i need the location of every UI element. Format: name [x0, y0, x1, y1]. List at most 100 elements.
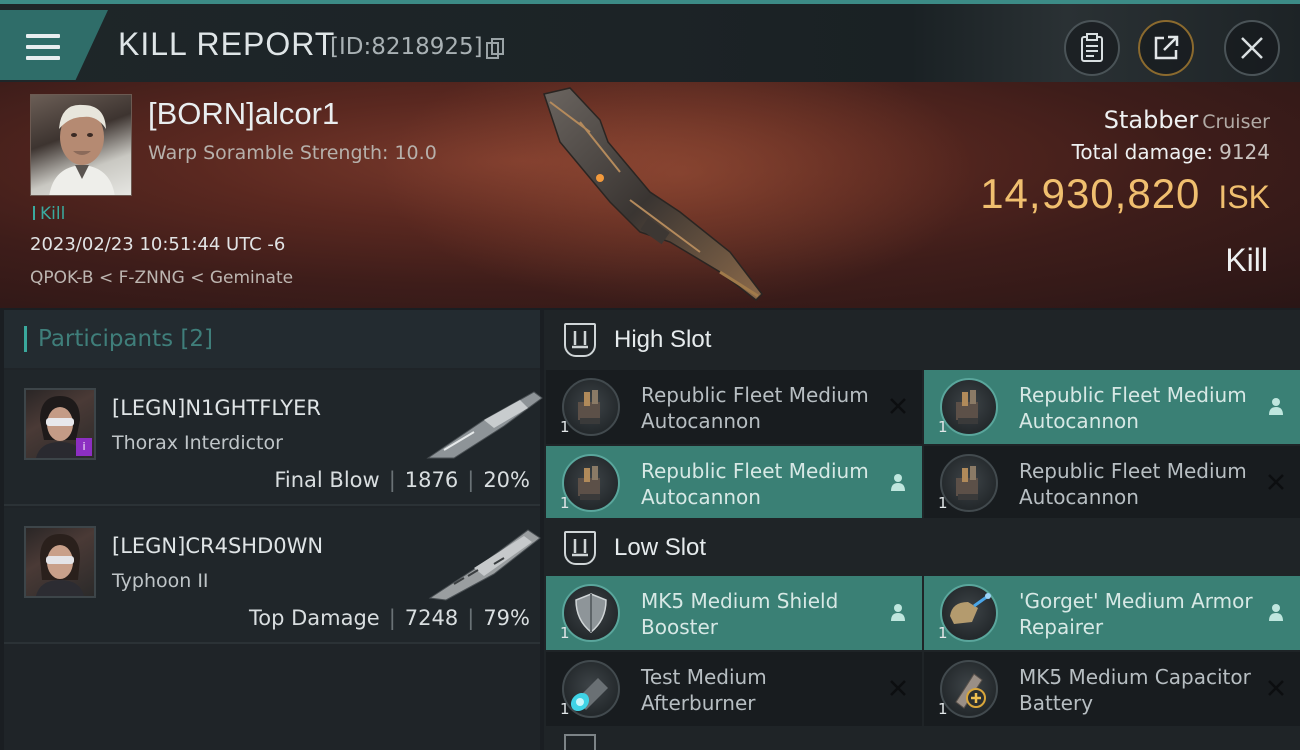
- fitting-panel: High Slot 1 Republic Fleet Medium Autoca…: [544, 310, 1300, 750]
- person-icon: [1264, 600, 1288, 624]
- kill-timestamp: 2023/02/23 10:51:44 UTC -6: [30, 234, 286, 255]
- x-icon: [886, 676, 910, 700]
- victim-banner: [BORN]alcor1 Warp Soramble Strength: 10.…: [0, 82, 1300, 308]
- autocannon-icon: [562, 378, 620, 436]
- total-damage: Total damage: 9124: [1072, 140, 1270, 164]
- module-name: MK5 Medium Shield Booster: [641, 589, 839, 639]
- isk-value: 14,930,820 ISK: [980, 170, 1270, 218]
- victim-portrait[interactable]: [30, 94, 132, 196]
- afterburner-icon: [562, 660, 620, 718]
- armor-repairer-icon: [940, 584, 998, 642]
- module-item[interactable]: 1 Republic Fleet Medium Autocannon: [924, 446, 1300, 520]
- report-id: [ID:8218925]: [330, 34, 483, 60]
- attacker-ship-image: [426, 391, 543, 459]
- x-icon: [886, 394, 910, 418]
- module-quantity: 1: [938, 624, 948, 642]
- corp-badge: i: [76, 438, 92, 456]
- high-slot-header: High Slot: [544, 310, 1300, 372]
- module-item[interactable]: 1 'Gorget' Medium Armor Repairer: [924, 576, 1300, 650]
- kill-tag: Kill: [33, 204, 65, 224]
- kill-location: QPOK-B < F-ZNNG < Geminate: [30, 268, 294, 288]
- module-item[interactable]: 1 MK5 Medium Capacitor Battery: [924, 652, 1300, 726]
- close-icon: [1241, 37, 1263, 59]
- attacker-stats: Final Blow | 1876 | 20%: [274, 468, 530, 492]
- attacker-portrait[interactable]: i: [24, 388, 96, 460]
- attacker-percent: 79%: [483, 606, 530, 630]
- hamburger-icon: [26, 34, 60, 60]
- module-item[interactable]: 1 MK5 Medium Shield Booster: [546, 576, 922, 650]
- slot-icon: [564, 323, 596, 357]
- module-item[interactable]: 1 Republic Fleet Medium Autocannon: [924, 370, 1300, 444]
- person-icon: [886, 470, 910, 494]
- low-slot-header: Low Slot: [544, 518, 1300, 580]
- low-slot-title: Low Slot: [614, 534, 707, 561]
- high-slot-title: High Slot: [614, 326, 712, 353]
- slot-icon: [564, 531, 596, 565]
- capacitor-battery-icon: [940, 660, 998, 718]
- module-quantity: 1: [560, 624, 570, 642]
- attacker-role: Final Blow: [274, 468, 380, 492]
- participants-count: [2]: [180, 326, 214, 352]
- ship-class: Cruiser: [1202, 111, 1270, 133]
- autocannon-icon: [940, 454, 998, 512]
- participants-header[interactable]: Participants [2]: [4, 310, 540, 368]
- module-quantity: 1: [938, 494, 948, 512]
- victim-ship-image: [543, 87, 763, 301]
- module-quantity: 1: [560, 494, 570, 512]
- module-name: Republic Fleet Medium Autocannon: [641, 383, 869, 433]
- menu-button[interactable]: [0, 10, 108, 80]
- module-name: MK5 Medium Capacitor Battery: [1019, 665, 1251, 715]
- attacker-ship-image: [428, 529, 541, 601]
- participants-panel: Participants [2] i [LEGN]N1GHTFLYER Thor…: [4, 310, 543, 750]
- module-item[interactable]: 1 Republic Fleet Medium Autocannon: [546, 370, 922, 444]
- isk-amount: 14,930,820: [980, 170, 1201, 217]
- autocannon-icon: [562, 454, 620, 512]
- kill-result: Kill: [1225, 242, 1268, 278]
- module-name: Republic Fleet Medium Autocannon: [641, 459, 869, 509]
- close-button[interactable]: [1224, 20, 1280, 76]
- module-quantity: 1: [938, 418, 948, 436]
- attacker-row[interactable]: [LEGN]CR4SHD0WN Typhoon II Top Damage | 72…: [4, 508, 541, 644]
- module-quantity: 1: [560, 700, 570, 718]
- attacker-damage: 1876: [404, 468, 459, 492]
- warp-scramble-strength: Warp Soramble Strength: 10.0: [148, 142, 437, 164]
- copy-icon[interactable]: [486, 38, 504, 60]
- module-name: Republic Fleet Medium Autocannon: [1019, 459, 1247, 509]
- attacker-name: [LEGN]N1GHTFLYER: [112, 396, 321, 420]
- header-bar: KILL REPORT [ID:8218925]: [0, 0, 1300, 82]
- attacker-name: [LEGN]CR4SHD0WN: [112, 534, 324, 558]
- pilot-avatar: [36, 534, 84, 596]
- ship-name: Stabber: [1103, 106, 1199, 134]
- attacker-role: Top Damage: [248, 606, 380, 630]
- total-damage-value: 9124: [1219, 140, 1270, 164]
- pilot-avatar: [49, 104, 115, 195]
- person-icon: [1264, 394, 1288, 418]
- attacker-damage: 7248: [404, 606, 459, 630]
- x-icon: [1264, 676, 1288, 700]
- attacker-ship: Thorax Interdictor: [112, 432, 283, 454]
- shield-booster-icon: [562, 584, 620, 642]
- module-quantity: 1: [938, 700, 948, 718]
- total-damage-label: Total damage:: [1071, 140, 1214, 164]
- module-name: Test Medium Afterburner: [641, 665, 767, 715]
- share-button[interactable]: [1138, 20, 1194, 76]
- attacker-row[interactable]: i [LEGN]N1GHTFLYER Thorax Interdictor Fi…: [4, 370, 543, 506]
- participants-label: Participants: [38, 326, 174, 352]
- attacker-stats: Top Damage | 7248 | 79%: [248, 606, 530, 630]
- module-item[interactable]: 1 Republic Fleet Medium Autocannon: [546, 446, 922, 520]
- x-icon: [1264, 470, 1288, 494]
- clipboard-icon: [1081, 33, 1103, 62]
- person-icon: [886, 600, 910, 624]
- attacker-ship: Typhoon II: [112, 570, 209, 592]
- clipboard-button[interactable]: [1064, 20, 1120, 76]
- module-item[interactable]: 1 Test Medium Afterburner: [546, 652, 922, 726]
- share-icon: [1154, 35, 1179, 60]
- module-name: Republic Fleet Medium Autocannon: [1019, 383, 1247, 433]
- attacker-portrait[interactable]: [24, 526, 96, 598]
- victim-ship-type: Stabber Cruiser: [1104, 106, 1270, 134]
- next-slot-header-partial: [564, 734, 596, 750]
- autocannon-icon: [940, 378, 998, 436]
- page-title: KILL REPORT: [118, 26, 336, 62]
- victim-name: [BORN]alcor1: [148, 96, 340, 131]
- attacker-percent: 20%: [483, 468, 530, 492]
